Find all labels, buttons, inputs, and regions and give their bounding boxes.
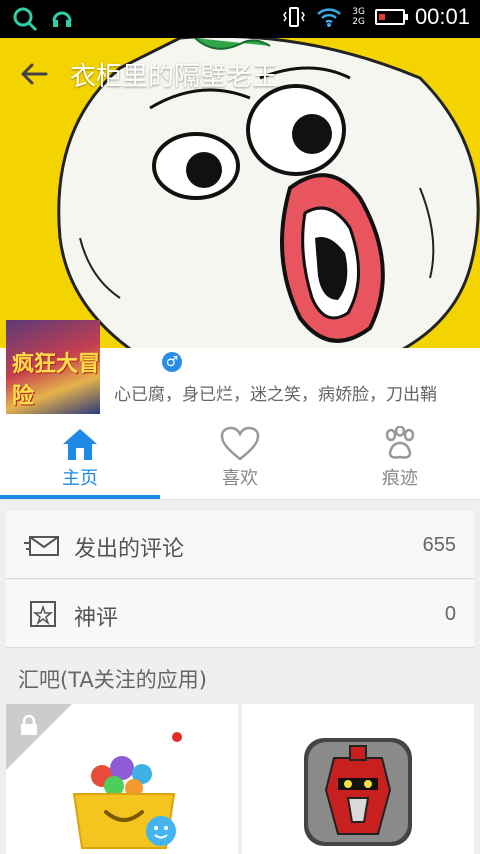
- page-title: 衣柜里的隔壁老王: [70, 62, 279, 92]
- paw-icon: [385, 426, 415, 459]
- back-arrow-icon[interactable]: [18, 58, 50, 90]
- avatar[interactable]: 疯狂大冒险: [6, 320, 100, 414]
- tab-traces-label: 痕迹: [382, 468, 418, 489]
- profile-tabs: 主页 喜欢 痕迹: [0, 414, 480, 500]
- heart-icon: [220, 426, 260, 461]
- lock-icon: [21, 714, 37, 735]
- network-indicator: 3G 2G: [352, 7, 365, 27]
- headset-icon: [52, 11, 72, 27]
- wifi-icon: [317, 8, 342, 27]
- list-item-top-comments[interactable]: 神评 0: [6, 580, 474, 648]
- list-item-count: 0: [444, 603, 456, 625]
- tab-home[interactable]: 主页: [0, 414, 160, 499]
- list-item-label: 神评: [74, 606, 119, 631]
- network-2g-label: 2G: [352, 17, 365, 27]
- battery-icon: [374, 9, 408, 25]
- male-gender-icon: ♂: [162, 352, 182, 372]
- profile-signature: 心已腐，身已烂，迷之笑，病娇脸，刀出鞘: [114, 385, 437, 405]
- avatar-art-text: 疯狂大冒险: [12, 352, 100, 409]
- followed-app-tile[interactable]: [242, 704, 474, 854]
- candy-box-app-icon: [72, 756, 176, 849]
- followed-app-tile[interactable]: [6, 704, 238, 854]
- list-item-comments[interactable]: 发出的评论 655: [6, 511, 474, 579]
- tab-likes-label: 喜欢: [222, 468, 258, 489]
- vibrate-icon: [283, 7, 306, 27]
- robot-game-app-icon: [304, 738, 412, 846]
- star-icon: [30, 601, 56, 627]
- search-icon: [13, 7, 38, 32]
- tab-traces[interactable]: 痕迹: [320, 414, 480, 499]
- status-time: 00:01: [414, 4, 470, 29]
- status-bar: 3G 2G 00:01: [0, 0, 480, 38]
- tab-likes[interactable]: 喜欢: [160, 414, 320, 499]
- top-app-bar: 衣柜里的隔壁老王: [0, 38, 480, 110]
- section-title: 汇吧(TA关注的应用): [18, 668, 207, 692]
- list-item-count: 655: [422, 534, 456, 556]
- list-item-label: 发出的评论: [74, 537, 185, 562]
- home-icon: [63, 429, 97, 460]
- network-3g-label: 3G: [352, 7, 365, 17]
- tab-home-label: 主页: [62, 468, 98, 489]
- comment-icon: [24, 536, 59, 556]
